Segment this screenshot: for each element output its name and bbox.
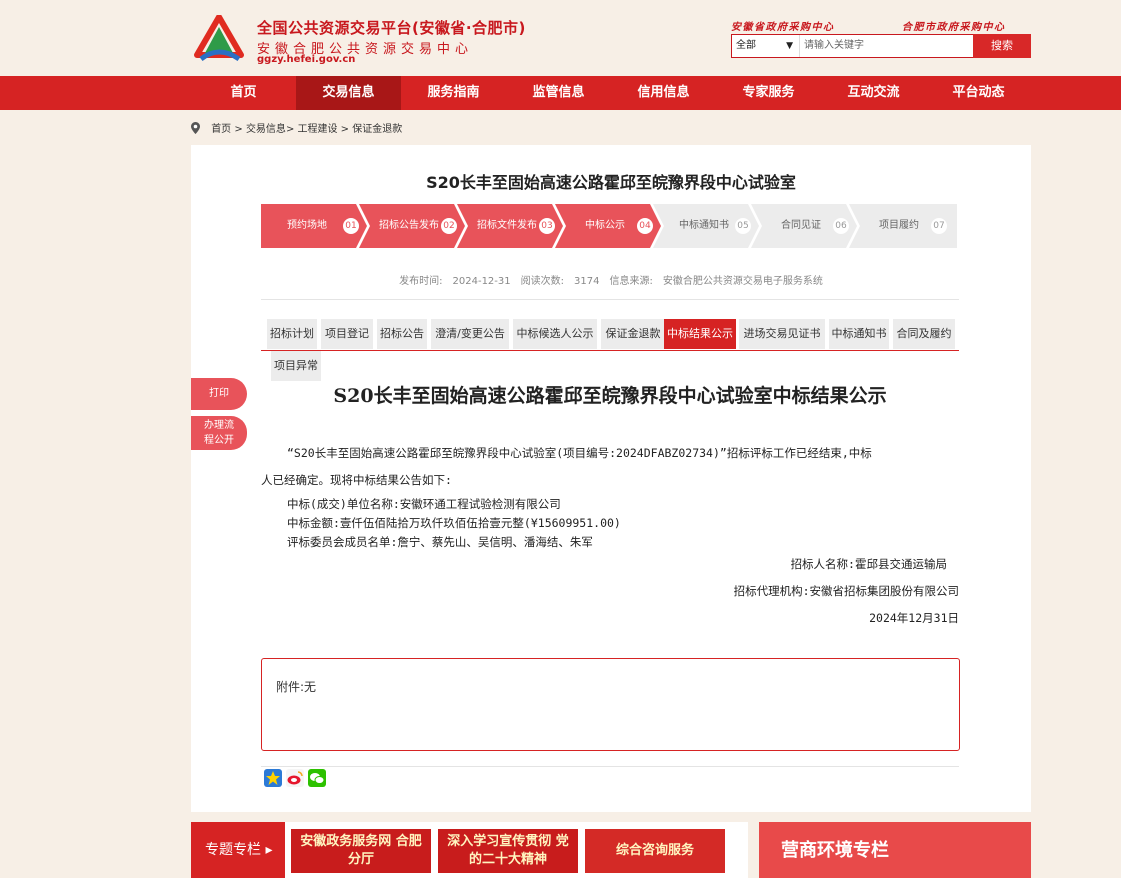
step-number: 01 bbox=[343, 218, 359, 234]
step-label: 项目履约 bbox=[879, 220, 919, 231]
breadcrumb: 首页 > 交易信息> 工程建设 > 保证金退款 bbox=[191, 120, 402, 135]
step-label: 中标通知书 bbox=[679, 220, 729, 231]
tab-candidates[interactable]: 中标候选人公示 bbox=[513, 319, 597, 349]
step-label: 中标公示 bbox=[585, 220, 625, 231]
wechat-share-icon[interactable] bbox=[308, 769, 326, 787]
tab-project-exception[interactable]: 项目异常 bbox=[271, 351, 321, 381]
announcement-date: 2024年12月31日 bbox=[869, 611, 959, 625]
agency-name: 招标代理机构:安徽省招标集团股份有限公司 bbox=[733, 584, 959, 598]
step-number: 06 bbox=[833, 218, 849, 234]
process-public-label-2: 程公开 bbox=[204, 435, 234, 446]
attachment-text: 附件:无 bbox=[276, 680, 317, 694]
site-logo[interactable] bbox=[193, 15, 245, 65]
province-procurement-link[interactable]: 安徽省政府采购中心 bbox=[731, 18, 835, 33]
views-count: 3174 bbox=[574, 276, 600, 287]
topic-label: 专题专栏 ▸ bbox=[191, 822, 285, 878]
print-button[interactable]: 打印 bbox=[191, 378, 247, 410]
breadcrumb-current: 保证金退款 bbox=[352, 124, 403, 135]
nav-item-credit[interactable]: 信用信息 bbox=[611, 76, 716, 110]
site-header: 全国公共资源交易平台(安徽省·合肥市) 安徽合肥公共资源交易中心 ggzy.he… bbox=[0, 0, 1121, 76]
nav-item-trade-info[interactable]: 交易信息 bbox=[296, 76, 401, 110]
progress-steps: 预约场地 01 招标公告发布 02 招标文件发布 03 中标公示 04 中标通知… bbox=[261, 204, 957, 248]
search-scope-select[interactable]: 全部 ▼ bbox=[732, 35, 800, 57]
announcement-paragraph-line2: 人已经确定。现将中标结果公告如下: bbox=[261, 473, 452, 487]
winner-name: 中标(成交)单位名称:安徽环通工程试验检测有限公司 bbox=[287, 497, 561, 511]
location-pin-icon bbox=[191, 122, 200, 134]
step-3[interactable]: 招标文件发布 03 bbox=[457, 204, 563, 248]
source-value: 安徽合肥公共资源交易电子服务系统 bbox=[662, 276, 823, 287]
project-title: S20长丰至固始高速公路霍邱至皖豫界段中心试验室 bbox=[426, 173, 796, 192]
step-number: 04 bbox=[637, 218, 653, 234]
tab-clarification[interactable]: 澄清/变更公告 bbox=[431, 319, 509, 349]
banner-study-spirit-text: 深入学习宣传贯彻 党的二十大精神 bbox=[447, 834, 569, 867]
publish-date: 2024-12-31 bbox=[452, 276, 511, 287]
nav-item-platform-news[interactable]: 平台动态 bbox=[926, 76, 1031, 110]
views-label: 阅读次数: bbox=[520, 276, 565, 287]
step-number: 05 bbox=[735, 218, 751, 234]
step-label: 预约场地 bbox=[287, 220, 327, 231]
banner-gov-service-text: 安徽政务服务网 合肥分厅 bbox=[300, 834, 422, 867]
site-url: ggzy.hefei.gov.cn bbox=[257, 54, 356, 65]
search-input[interactable]: 请输入关键字 bbox=[804, 35, 972, 57]
nav-item-supervision[interactable]: 监管信息 bbox=[506, 76, 611, 110]
breadcrumb-trade-info[interactable]: 交易信息 bbox=[246, 124, 286, 135]
search-bar: 全部 ▼ 请输入关键字 搜索 bbox=[731, 34, 1031, 58]
award-amount: 中标金额:壹仟伍佰陆拾万玖仟玖佰伍拾壹元整(¥15609951.00) bbox=[287, 516, 621, 530]
step-label: 招标文件发布 bbox=[477, 220, 537, 231]
tab-deposit-refund[interactable]: 保证金退款 bbox=[601, 319, 665, 349]
search-button[interactable]: 搜索 bbox=[973, 34, 1031, 58]
step-6[interactable]: 合同见证 06 bbox=[751, 204, 857, 248]
step-1[interactable]: 预约场地 01 bbox=[261, 204, 367, 248]
step-label: 合同见证 bbox=[781, 220, 821, 231]
content-card: S20长丰至固始高速公路霍邱至皖豫界段中心试验室 预约场地 01 招标公告发布 … bbox=[191, 145, 1031, 812]
search-scope-value: 全部 bbox=[736, 40, 756, 51]
step-number: 03 bbox=[539, 218, 555, 234]
main-nav: 首页 交易信息 服务指南 监管信息 信用信息 专家服务 互动交流 平台动态 bbox=[0, 76, 1121, 110]
weibo-share-icon[interactable] bbox=[286, 769, 304, 787]
attachment-box: 附件:无 bbox=[261, 658, 960, 751]
source-label: 信息来源: bbox=[609, 276, 653, 287]
step-2[interactable]: 招标公告发布 02 bbox=[359, 204, 465, 248]
topic-label-text: 专题专栏 bbox=[205, 842, 261, 858]
publish-date-label: 发布时间: bbox=[399, 276, 443, 287]
qzone-share-icon[interactable] bbox=[264, 769, 282, 787]
breadcrumb-home[interactable]: 首页 bbox=[211, 124, 231, 135]
banner-consulting[interactable]: 综合咨询服务 bbox=[585, 829, 725, 873]
nav-item-service-guide[interactable]: 服务指南 bbox=[401, 76, 506, 110]
tab-bid-notice[interactable]: 招标公告 bbox=[377, 319, 427, 349]
tenderer-name: 招标人名称:霍邱县交通运输局 bbox=[790, 557, 947, 571]
tab-bid-plan[interactable]: 招标计划 bbox=[267, 319, 317, 349]
step-7[interactable]: 项目履约 07 bbox=[849, 204, 957, 248]
nav-item-home[interactable]: 首页 bbox=[191, 76, 296, 110]
tab-award-notice[interactable]: 中标通知书 bbox=[829, 319, 889, 349]
chevron-down-icon: ▼ bbox=[786, 41, 793, 51]
announcement-title: S20长丰至固始高速公路霍邱至皖豫界段中心试验室中标结果公示 bbox=[333, 385, 887, 407]
process-public-button[interactable]: 办理流 程公开 bbox=[191, 416, 247, 450]
site-title: 全国公共资源交易平台(安徽省·合肥市) bbox=[257, 19, 526, 37]
nav-item-experts[interactable]: 专家服务 bbox=[716, 76, 821, 110]
step-number: 02 bbox=[441, 218, 457, 234]
nav-item-interaction[interactable]: 互动交流 bbox=[821, 76, 926, 110]
process-public-label-1: 办理流 bbox=[204, 420, 234, 431]
step-number: 07 bbox=[931, 218, 947, 234]
announcement-paragraph-line1: “S20长丰至固始高速公路霍邱至皖豫界段中心试验室(项目编号:2024DFABZ… bbox=[287, 446, 872, 460]
tab-underline bbox=[261, 350, 959, 351]
tab-witness-certificate[interactable]: 进场交易见证书 bbox=[739, 319, 825, 349]
step-label: 招标公告发布 bbox=[379, 220, 439, 231]
business-env-banner[interactable]: 营商环境专栏 bbox=[759, 822, 1031, 878]
committee-members: 评标委员会成员名单:詹宁、蔡先山、吴信明、潘海结、朱军 bbox=[287, 535, 593, 549]
tab-contract[interactable]: 合同及履约 bbox=[893, 319, 955, 349]
step-4[interactable]: 中标公示 04 bbox=[555, 204, 661, 248]
banner-gov-service[interactable]: 安徽政务服务网 合肥分厅 bbox=[291, 829, 431, 873]
breadcrumb-engineering[interactable]: 工程建设 bbox=[298, 124, 338, 135]
step-5[interactable]: 中标通知书 05 bbox=[653, 204, 759, 248]
city-procurement-link[interactable]: 合肥市政府采购中心 bbox=[902, 18, 1006, 33]
share-divider bbox=[261, 766, 959, 767]
tab-award-result[interactable]: 中标结果公示 bbox=[664, 319, 736, 349]
divider bbox=[261, 299, 959, 300]
banner-study-spirit[interactable]: 深入学习宣传贯彻 党的二十大精神 bbox=[438, 829, 578, 873]
banner-consulting-text: 综合咨询服务 bbox=[615, 843, 694, 858]
tab-project-registration[interactable]: 项目登记 bbox=[321, 319, 373, 349]
publish-meta: 发布时间: 2024-12-31 阅读次数: 3174 信息来源: 安徽合肥公共资源交易电… bbox=[191, 272, 1031, 287]
